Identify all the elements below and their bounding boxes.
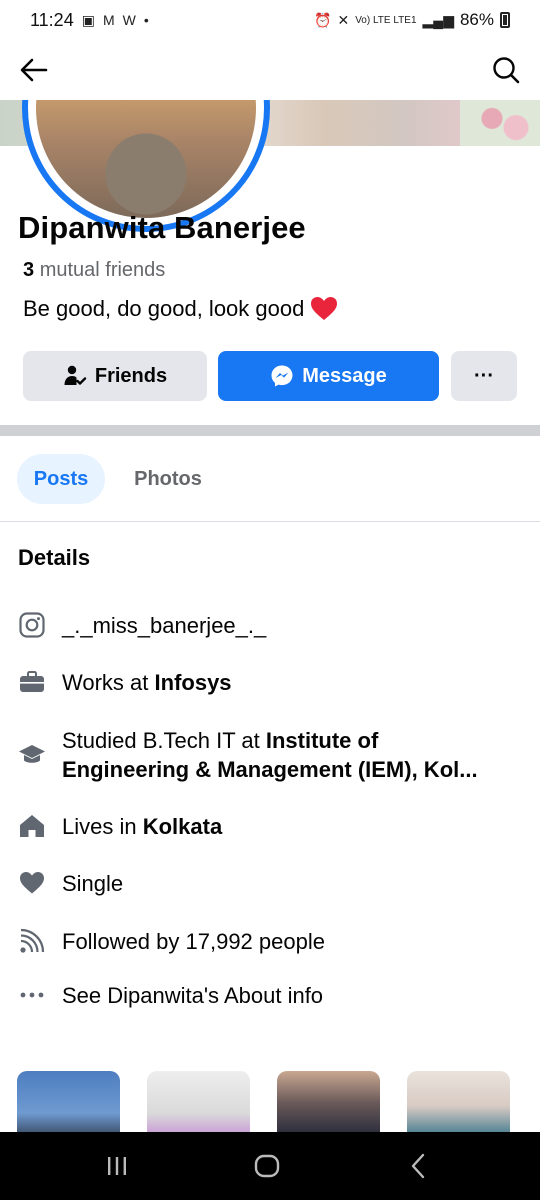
mutual-friends-label: mutual friends: [39, 259, 166, 281]
heart-emoji-icon: [311, 297, 338, 320]
image-icon: ▣: [81, 11, 95, 28]
more-dots-icon: [18, 981, 46, 1009]
gmail-icon: M: [102, 12, 115, 28]
network-type: Vo) LTE LTE1: [355, 14, 417, 26]
mute-icon: ✕: [337, 11, 350, 28]
photo-thumbnail[interactable]: [277, 1071, 380, 1141]
message-button[interactable]: Message: [218, 351, 439, 401]
graduation-cap-icon: [18, 741, 46, 769]
home-icon: [18, 812, 46, 840]
friends-button[interactable]: Friends: [23, 351, 207, 401]
relationship-status: Single: [62, 871, 124, 896]
bio-text: Be good, do good, look good: [23, 296, 305, 321]
status-time: 11:24: [30, 9, 74, 30]
more-options-button[interactable]: ···: [451, 351, 517, 401]
briefcase-icon: [18, 668, 46, 696]
instagram-icon: [18, 611, 46, 639]
tab-posts-label: Posts: [33, 467, 89, 490]
work-place: Infosys: [154, 670, 232, 695]
chevron-left-icon: [411, 1153, 425, 1179]
friends-button-label: Friends: [94, 364, 168, 387]
tabs-divider: [0, 521, 540, 522]
mutual-friends-count: 3: [23, 259, 35, 281]
study-prefix: Studied B.Tech IT at: [62, 728, 260, 753]
home-button[interactable]: [247, 1150, 287, 1182]
more-dots-icon: ···: [474, 364, 494, 387]
recent-apps-button[interactable]: [97, 1150, 137, 1182]
system-nav-bar: [0, 1132, 540, 1200]
tab-posts[interactable]: Posts: [17, 454, 105, 504]
top-nav: [0, 44, 540, 96]
followers-text: Followed by 17,992 people: [62, 929, 325, 954]
photo-thumbnail[interactable]: [17, 1071, 120, 1141]
battery-icon: [500, 12, 510, 28]
mutual-friends[interactable]: 3 mutual friends: [23, 259, 165, 282]
friends-check-icon: [64, 365, 87, 385]
wish-icon: W: [122, 12, 136, 28]
rss-feed-icon: [18, 927, 46, 955]
arrow-left-icon: [20, 58, 48, 82]
signal-icon: ▂▄▆: [422, 11, 454, 28]
status-bar: 11:24 ▣ M W • ⏰ ✕ Vo) LTE LTE1 ▂▄▆ 86%: [0, 0, 540, 40]
tab-photos-label: Photos: [134, 467, 202, 490]
instagram-handle[interactable]: _._miss_banerjee_._: [62, 611, 522, 640]
cover-flowers: [460, 100, 540, 146]
profile-name: Dipanwita Banerjee: [18, 210, 306, 245]
study-place-line1: Institute of: [265, 728, 379, 753]
message-button-label: Message: [302, 364, 387, 387]
search-icon: [493, 57, 520, 84]
heart-icon: [18, 869, 46, 897]
lives-place: Kolkata: [142, 814, 223, 839]
battery-percent: 86%: [459, 10, 494, 29]
alarm-icon: ⏰: [314, 11, 332, 28]
work-prefix: Works at: [62, 670, 149, 695]
section-divider: [0, 425, 540, 436]
photo-thumbnail[interactable]: [407, 1071, 510, 1141]
system-back-button[interactable]: [399, 1150, 439, 1182]
profile-bio: Be good, do good, look good: [23, 296, 338, 322]
back-button[interactable]: [14, 50, 54, 90]
photo-thumbnail[interactable]: [147, 1071, 250, 1141]
recent-apps-icon: [108, 1157, 126, 1175]
notification-dot-icon: •: [143, 12, 149, 28]
tab-photos[interactable]: Photos: [118, 454, 218, 504]
home-circle-icon: [254, 1154, 280, 1178]
study-place-line2: Engineering & Management (IEM), Kol...: [62, 757, 478, 782]
about-info-link[interactable]: See Dipanwita's About info: [62, 981, 522, 1010]
search-button[interactable]: [486, 50, 526, 90]
lives-prefix: Lives in: [62, 814, 137, 839]
messenger-icon: [271, 365, 293, 387]
details-title: Details: [18, 545, 91, 570]
